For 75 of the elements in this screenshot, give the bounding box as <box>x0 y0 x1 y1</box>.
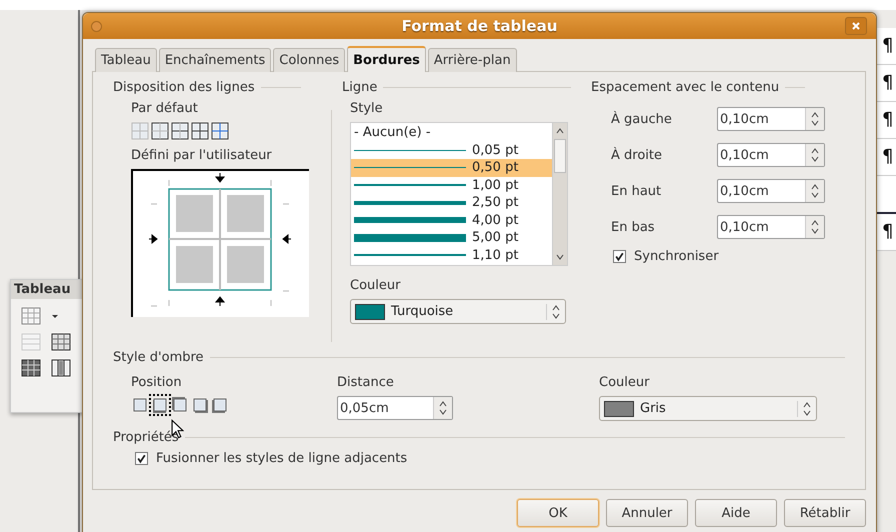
dialog-button[interactable]: Aide <box>695 499 777 527</box>
spin-field[interactable]: 0,10cm <box>717 215 825 239</box>
line-style-list[interactable]: - Aucun(e) - 0,05 pt 0,50 pt 1,00 pt 2,50 pt 4,00 pt 5,00 pt 1,10 pt <box>350 122 568 266</box>
field-label: À gauche <box>610 112 673 126</box>
spin-field[interactable]: 0,10cm <box>717 107 825 131</box>
scroll-thumb[interactable] <box>554 139 566 173</box>
border-preview-drawing[interactable] <box>131 169 309 317</box>
window-title: Format de tableau <box>402 17 558 35</box>
close-button[interactable] <box>845 17 867 35</box>
close-icon <box>851 21 861 31</box>
field-label: Distance <box>337 375 395 390</box>
line-style-item[interactable]: 0,05 pt <box>351 142 552 159</box>
line-style-item[interactable]: 1,10 pt <box>351 246 552 264</box>
shadow-position-icon[interactable] <box>151 396 169 414</box>
scroll-down-icon[interactable] <box>555 253 565 261</box>
color-dropdown[interactable]: Turquoise <box>350 299 566 324</box>
spin-arrows-icon[interactable] <box>805 108 824 130</box>
field-label: Couleur <box>350 278 402 293</box>
spin-arrows-icon[interactable] <box>805 216 824 238</box>
field-label: Par défaut <box>131 101 199 116</box>
spin-arrows-icon[interactable] <box>805 144 824 166</box>
merge-checkbox[interactable]: Fusionner les styles de ligne adjacents <box>135 451 865 466</box>
field-label: Couleur <box>599 375 650 390</box>
grid-icon[interactable] <box>21 359 41 377</box>
section-title: Ligne <box>342 80 378 95</box>
dialog-button[interactable]: Annuler <box>606 499 688 527</box>
border-preset-icon[interactable] <box>191 122 209 140</box>
line-style-item[interactable]: 5,00 pt <box>351 229 552 246</box>
line-style-item[interactable]: 0,50 pt <box>351 159 552 176</box>
line-style-item[interactable]: 1,00 pt <box>351 176 552 194</box>
merge-cells-icon[interactable] <box>21 333 41 351</box>
field-label: En haut <box>610 184 662 198</box>
line-style-item[interactable]: 2,50 pt <box>351 194 552 212</box>
line-style-item[interactable]: 4,00 pt <box>351 212 552 229</box>
field-label: À droite <box>610 148 663 162</box>
columns-icon[interactable] <box>51 359 71 377</box>
border-preset-icon[interactable] <box>211 122 229 140</box>
field-label: Position <box>131 375 183 390</box>
dialog-button[interactable]: OK <box>517 499 599 527</box>
shadow-position-icon[interactable] <box>131 396 149 414</box>
field-label: En bas <box>610 220 656 234</box>
synchronize-checkbox[interactable]: Synchroniser <box>613 249 836 264</box>
tab[interactable]: Colonnes <box>273 48 346 72</box>
checkbox[interactable] <box>613 250 626 263</box>
shadow-position-icon[interactable] <box>171 396 189 414</box>
scroll-up-icon[interactable] <box>555 127 565 135</box>
table-icon[interactable] <box>21 307 41 325</box>
spin-field[interactable]: 0,10cm <box>717 143 825 167</box>
dialog-button[interactable]: Rétablir <box>784 499 866 527</box>
tab[interactable]: Arrière-plan <box>428 48 517 72</box>
tab[interactable]: Bordures <box>347 46 426 72</box>
checkbox[interactable] <box>135 452 148 465</box>
shadow-position-icon[interactable] <box>211 396 229 414</box>
border-preset-icon[interactable] <box>171 122 189 140</box>
split-cells-icon[interactable] <box>51 333 71 351</box>
updown-icon <box>797 400 812 416</box>
field-label: Style <box>350 101 384 116</box>
field-label: Défini par l'utilisateur <box>131 148 273 163</box>
tab[interactable]: Tableau <box>95 48 157 72</box>
section-title: Espacement avec le contenu <box>591 80 780 95</box>
border-preset-icon[interactable] <box>151 122 169 140</box>
section-title: Propriétés <box>113 430 179 445</box>
spin-arrows-icon[interactable] <box>433 397 452 419</box>
line-style-item[interactable]: - Aucun(e) - <box>351 124 552 142</box>
tab[interactable]: Enchaînements <box>158 48 272 72</box>
section-title: Disposition des lignes <box>113 80 255 95</box>
updown-icon <box>546 304 561 320</box>
section-title: Style d'ombre <box>113 350 204 365</box>
scrollbar[interactable] <box>552 123 567 265</box>
shadow-position-icon[interactable] <box>191 396 209 414</box>
spin-field[interactable]: 0,05cm <box>337 396 453 420</box>
spin-field[interactable]: 0,10cm <box>717 179 825 203</box>
spin-arrows-icon[interactable] <box>805 180 824 202</box>
caret-icon[interactable] <box>51 312 59 320</box>
color-dropdown[interactable]: Gris <box>599 396 817 421</box>
